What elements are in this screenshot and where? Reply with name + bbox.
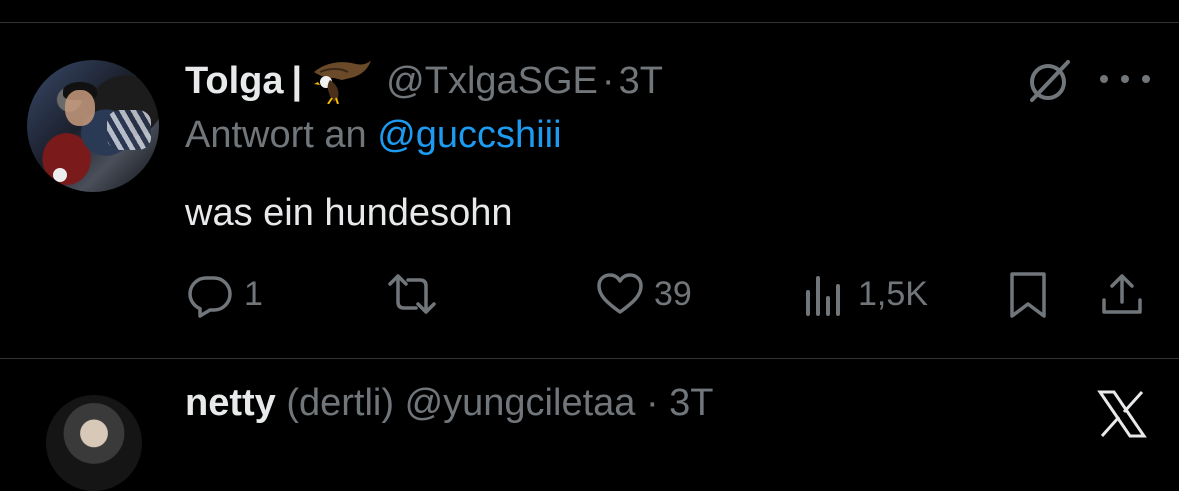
more-icon[interactable] [1100,62,1150,96]
eagle-emoji-icon [314,60,372,104]
reply-button[interactable]: 1 [186,268,263,320]
views-button[interactable]: 1,5K [800,268,928,320]
reply-context: Antwort an @guccshiii [185,114,562,157]
reply-prefix: Antwort an [185,114,367,156]
author-avatar[interactable] [27,60,159,192]
header-dot: · [601,59,615,102]
bottom-divider [0,358,1179,359]
author-handle[interactable]: @TxlgaSGE [386,60,598,103]
next-author-meta: (dertli) @yungciletaa · 3T [275,382,714,424]
more-dot [1121,75,1129,83]
tweet-time[interactable]: 3T [619,60,663,103]
tweet-header: Tolga | @TxlgaSGE · 3T [185,56,663,106]
author-name[interactable]: Tolga [185,60,284,103]
bookmark-icon [1010,272,1046,318]
name-separator: | [291,59,303,102]
grok-icon[interactable] [1024,56,1074,106]
x-logo-icon[interactable] [1096,388,1148,440]
retweet-button[interactable] [388,268,436,320]
like-button[interactable]: 39 [596,268,692,320]
tweet-text: was ein hundesohn [185,192,513,234]
share-icon [1102,274,1142,314]
views-count: 1,5K [858,274,928,313]
views-icon [806,276,840,316]
reply-icon [188,276,232,318]
avatar-badge [53,168,67,182]
avatar-face [65,90,95,126]
avatar-scarf [107,110,151,150]
reply-mention[interactable]: @guccshiii [377,114,561,156]
reply-count: 1 [244,274,263,313]
bookmark-button[interactable] [1004,268,1052,320]
like-icon [597,273,643,314]
next-author-name[interactable]: netty [185,382,276,424]
like-count: 39 [654,274,692,313]
more-dot [1142,75,1150,83]
retweet-icon [388,274,436,314]
top-divider [0,22,1179,23]
share-button[interactable] [1098,268,1146,320]
next-author-avatar[interactable] [46,395,142,491]
more-dot [1100,75,1108,83]
next-tweet-header: netty (dertli) @yungciletaa · 3T [185,382,714,425]
